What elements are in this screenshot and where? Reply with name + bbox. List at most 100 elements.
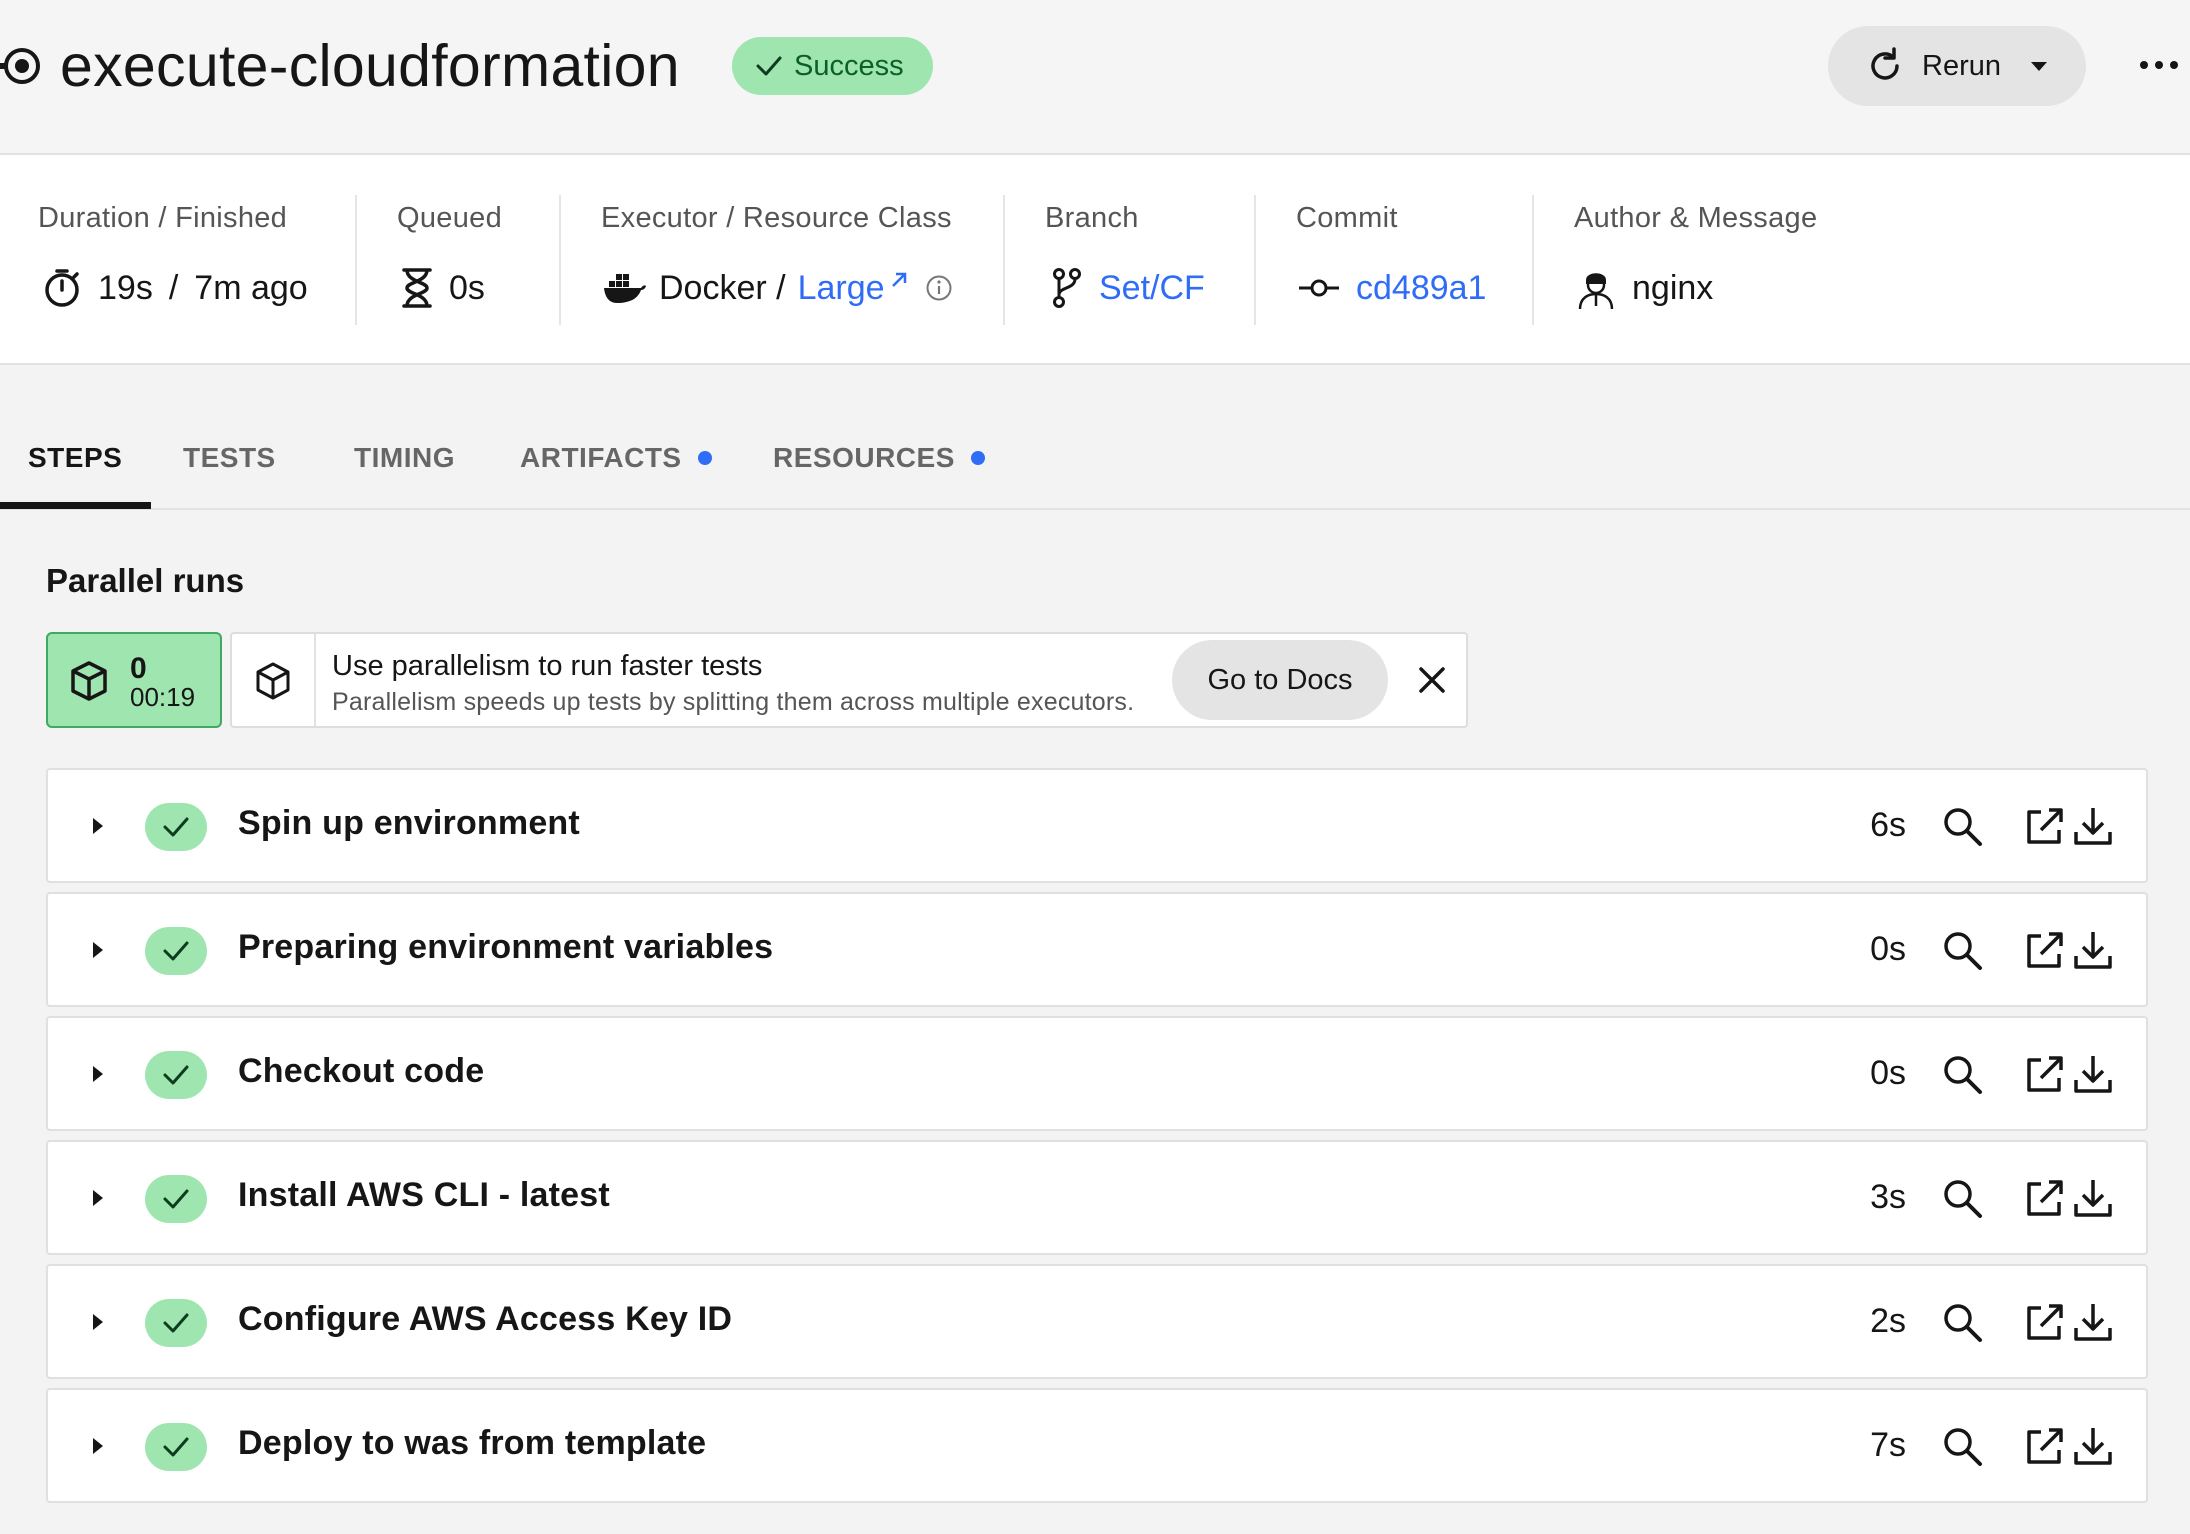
step-row[interactable]: Checkout code 0s [46,1016,2148,1131]
new-indicator-dot [970,451,985,465]
open-external-icon[interactable] [2023,804,2067,848]
download-icon[interactable] [2071,1052,2115,1096]
rerun-button[interactable]: Rerun [1828,26,2086,106]
search-icon[interactable] [1940,928,1984,972]
duration-value: 19s [98,268,153,307]
queued-value: 0s [449,268,485,307]
download-icon[interactable] [2071,804,2115,848]
step-duration: 0s [1870,1054,1906,1092]
step-status-badge [145,803,207,851]
expand-caret-icon[interactable] [90,1188,106,1208]
meta-value-executor: Docker / Large [603,258,953,318]
step-status-badge [145,927,207,975]
meta-value-queued: 0s [401,258,485,318]
parallel-run-chip[interactable]: 0 00:19 [46,632,222,728]
check-icon [163,817,189,837]
git-branch-icon [1053,268,1081,308]
rerun-label: Rerun [1922,49,2001,82]
meta-commit: Commit cd489a1 [1256,155,1534,365]
step-name: Install AWS CLI - latest [238,1176,610,1214]
check-icon [756,56,782,76]
download-icon[interactable] [2071,1424,2115,1468]
step-row[interactable]: Preparing environment variables 0s [46,892,2148,1007]
search-icon[interactable] [1940,1176,1984,1220]
user-avatar-icon [1578,273,1614,310]
step-name: Configure AWS Access Key ID [238,1300,733,1338]
active-tab-indicator [0,502,151,509]
expand-caret-icon[interactable] [90,1312,106,1332]
open-external-icon[interactable] [2023,1052,2067,1096]
external-arrow-icon[interactable] [889,270,909,290]
step-row[interactable]: Deploy to was from template 7s [46,1388,2148,1503]
branch-link[interactable]: Set/CF [1099,269,1205,308]
expand-caret-icon[interactable] [90,816,106,836]
meta-label-duration: Duration / Finished [38,202,288,234]
step-status-badge [145,1051,207,1099]
more-dots-icon[interactable] [2138,50,2180,80]
meta-value-duration: 19s / 7m ago [42,258,308,318]
check-icon [163,1313,189,1333]
chevron-down-icon [2031,62,2047,71]
step-row[interactable]: Configure AWS Access Key ID 2s [46,1264,2148,1379]
job-header: execute-cloudformation Success Rerun [0,0,2190,155]
meta-label-author: Author & Message [1574,202,1818,234]
hourglass-icon [402,268,432,308]
download-icon[interactable] [2071,928,2115,972]
tab-label: ARTIFACTS [520,442,682,473]
step-duration: 2s [1870,1302,1906,1340]
info-icon[interactable] [925,274,953,302]
expand-caret-icon[interactable] [90,1436,106,1456]
download-icon[interactable] [2071,1176,2115,1220]
search-icon[interactable] [1940,1424,1984,1468]
tip-subtitle: Parallelism speeds up tests by splitting… [332,688,1135,716]
meta-label-queued: Queued [397,202,502,234]
search-icon[interactable] [1940,1052,1984,1096]
step-duration: 3s [1870,1178,1906,1216]
parallel-runs-title: Parallel runs [46,562,245,599]
tab-label: TESTS [183,442,276,473]
meta-branch: Branch Set/CF [1005,155,1256,365]
status-label: Success [794,49,904,82]
step-duration: 0s [1870,930,1906,968]
search-icon[interactable] [1940,1300,1984,1344]
step-row[interactable]: Spin up environment 6s [46,768,2148,883]
run-index: 0 [130,652,147,685]
check-icon [163,1437,189,1457]
meta-duration: Duration / Finished 19s / 7m ago [0,155,357,365]
open-external-icon[interactable] [2023,1300,2067,1344]
go-to-docs-button[interactable]: Go to Docs [1172,640,1388,720]
resource-class-link[interactable]: Large [798,269,885,308]
meta-value-author: nginx [1576,258,1713,318]
tab-steps[interactable]: STEPS [28,442,122,474]
docker-icon [604,274,646,303]
tip-title: Use parallelism to run faster tests [332,650,763,682]
close-icon[interactable] [1416,664,1448,696]
tab-timing[interactable]: TIMING [354,442,455,474]
commit-link[interactable]: cd489a1 [1356,269,1486,308]
tab-bar: STEPS TESTS TIMING ARTIFACTS RESOURCES [0,365,2190,510]
open-external-icon[interactable] [2023,928,2067,972]
expand-caret-icon[interactable] [90,940,106,960]
step-row[interactable]: Install AWS CLI - latest 3s [46,1140,2148,1255]
meta-value-branch: Set/CF [1051,258,1205,318]
executor-value: Docker / [659,268,786,307]
meta-queued: Queued 0s [357,155,561,365]
tab-resources[interactable]: RESOURCES [773,442,985,474]
open-external-icon[interactable] [2023,1424,2067,1468]
parallelism-tip-banner: Use parallelism to run faster tests Para… [230,632,1468,728]
check-icon [163,1065,189,1085]
download-icon[interactable] [2071,1300,2115,1344]
tab-label: STEPS [28,442,123,473]
tab-artifacts[interactable]: ARTIFACTS [520,442,712,474]
search-icon[interactable] [1940,804,1984,848]
status-badge: Success [732,37,933,95]
step-status-badge [145,1175,207,1223]
meta-label-commit: Commit [1296,202,1398,234]
open-external-icon[interactable] [2023,1176,2067,1220]
tab-tests[interactable]: TESTS [183,442,276,474]
job-status-icon [0,48,40,84]
meta-value-commit: cd489a1 [1298,258,1486,318]
stopwatch-icon [45,269,79,307]
step-duration: 6s [1870,806,1906,844]
expand-caret-icon[interactable] [90,1064,106,1084]
